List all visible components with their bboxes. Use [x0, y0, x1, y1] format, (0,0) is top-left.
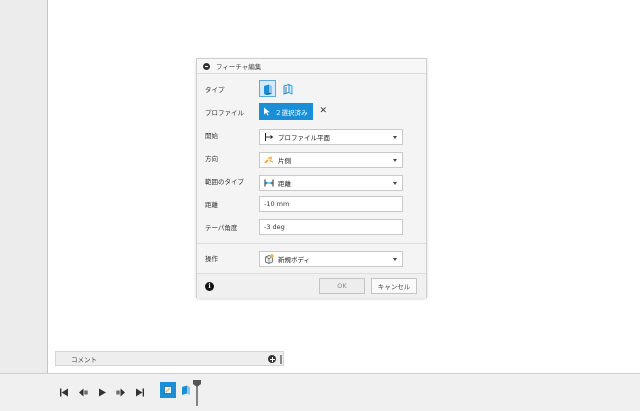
surface-extrude-icon[interactable]	[279, 80, 296, 97]
profile-label: プロファイル	[205, 109, 244, 117]
row-direction: 方向 片側	[197, 148, 426, 168]
operation-value: 新規ボディ	[278, 256, 311, 264]
collapse-icon[interactable]	[203, 62, 210, 70]
cancel-button[interactable]: キャンセル	[371, 278, 417, 294]
row-taper-angle: テーパ角度 -3 deg	[197, 217, 426, 237]
chevron-down-icon	[393, 258, 397, 261]
start-label: 開始	[205, 132, 218, 140]
start-select[interactable]: プロファイル平面	[259, 129, 403, 145]
solid-extrude-icon[interactable]	[259, 80, 276, 97]
new-body-icon	[264, 254, 274, 264]
row-operation: 操作 新規ボディ	[197, 248, 426, 268]
dialog-footer: i OK キャンセル	[197, 273, 426, 298]
skip-to-end-icon[interactable]	[133, 385, 147, 399]
distance-icon	[264, 178, 274, 188]
skip-to-start-icon[interactable]	[57, 385, 71, 399]
taper-angle-label: テーパ角度	[205, 224, 238, 232]
chevron-down-icon	[393, 182, 397, 185]
left-rail	[0, 0, 48, 411]
ok-button[interactable]: OK	[319, 278, 365, 294]
row-start: 開始 プロファイル平面	[197, 125, 426, 145]
dialog-header[interactable]: フィーチャ編集	[197, 59, 426, 74]
comment-bar: コメント	[55, 351, 284, 366]
dialog-divider	[197, 243, 426, 244]
distance-input[interactable]: -10 mm	[259, 196, 403, 212]
profile-plane-icon	[264, 132, 274, 142]
profile-control: ２選択済み ✕	[259, 103, 327, 120]
dialog-title: フィーチャ編集	[216, 63, 262, 71]
info-icon[interactable]: i	[205, 282, 214, 291]
clear-selection-icon[interactable]: ✕	[320, 103, 328, 120]
edit-feature-dialog: フィーチャ編集 タイプ プロファイル ２選択済み ✕ 開始 プロファイル平面 方…	[196, 58, 427, 298]
operation-label: 操作	[205, 255, 218, 263]
taper-angle-input[interactable]: -3 deg	[259, 219, 403, 235]
one-side-direction-icon	[264, 155, 274, 165]
distance-label: 距離	[205, 201, 218, 209]
step-back-icon[interactable]	[76, 385, 90, 399]
start-value: プロファイル平面	[278, 134, 330, 142]
timeline-marker-icon[interactable]	[192, 379, 202, 407]
timeline	[0, 373, 640, 411]
type-label: タイプ	[205, 86, 225, 94]
extent-type-select[interactable]: 距離	[259, 175, 403, 191]
chevron-down-icon	[393, 159, 397, 162]
extent-type-label: 範囲のタイプ	[205, 178, 244, 186]
row-extent-type: 範囲のタイプ 距離	[197, 171, 426, 191]
profile-selection-text: ２選択済み	[275, 108, 308, 117]
sketch-feature-icon[interactable]	[160, 382, 176, 398]
row-profile: プロファイル ２選択済み ✕	[197, 102, 426, 122]
play-icon[interactable]	[95, 385, 109, 399]
chevron-down-icon	[393, 136, 397, 139]
row-distance: 距離 -10 mm	[197, 194, 426, 214]
step-forward-icon[interactable]	[114, 385, 128, 399]
comment-label: コメント	[71, 355, 97, 364]
add-comment-icon[interactable]	[268, 355, 276, 363]
direction-select[interactable]: 片側	[259, 152, 403, 168]
type-options	[259, 80, 299, 97]
cursor-arrow-icon	[264, 107, 270, 116]
row-type: タイプ	[197, 79, 426, 99]
operation-select[interactable]: 新規ボディ	[259, 251, 403, 267]
direction-label: 方向	[205, 155, 218, 163]
profile-selection-button[interactable]: ２選択済み	[259, 103, 313, 120]
direction-value: 片側	[278, 157, 291, 165]
extent-type-value: 距離	[278, 180, 291, 188]
resize-grip-icon[interactable]	[280, 355, 282, 364]
